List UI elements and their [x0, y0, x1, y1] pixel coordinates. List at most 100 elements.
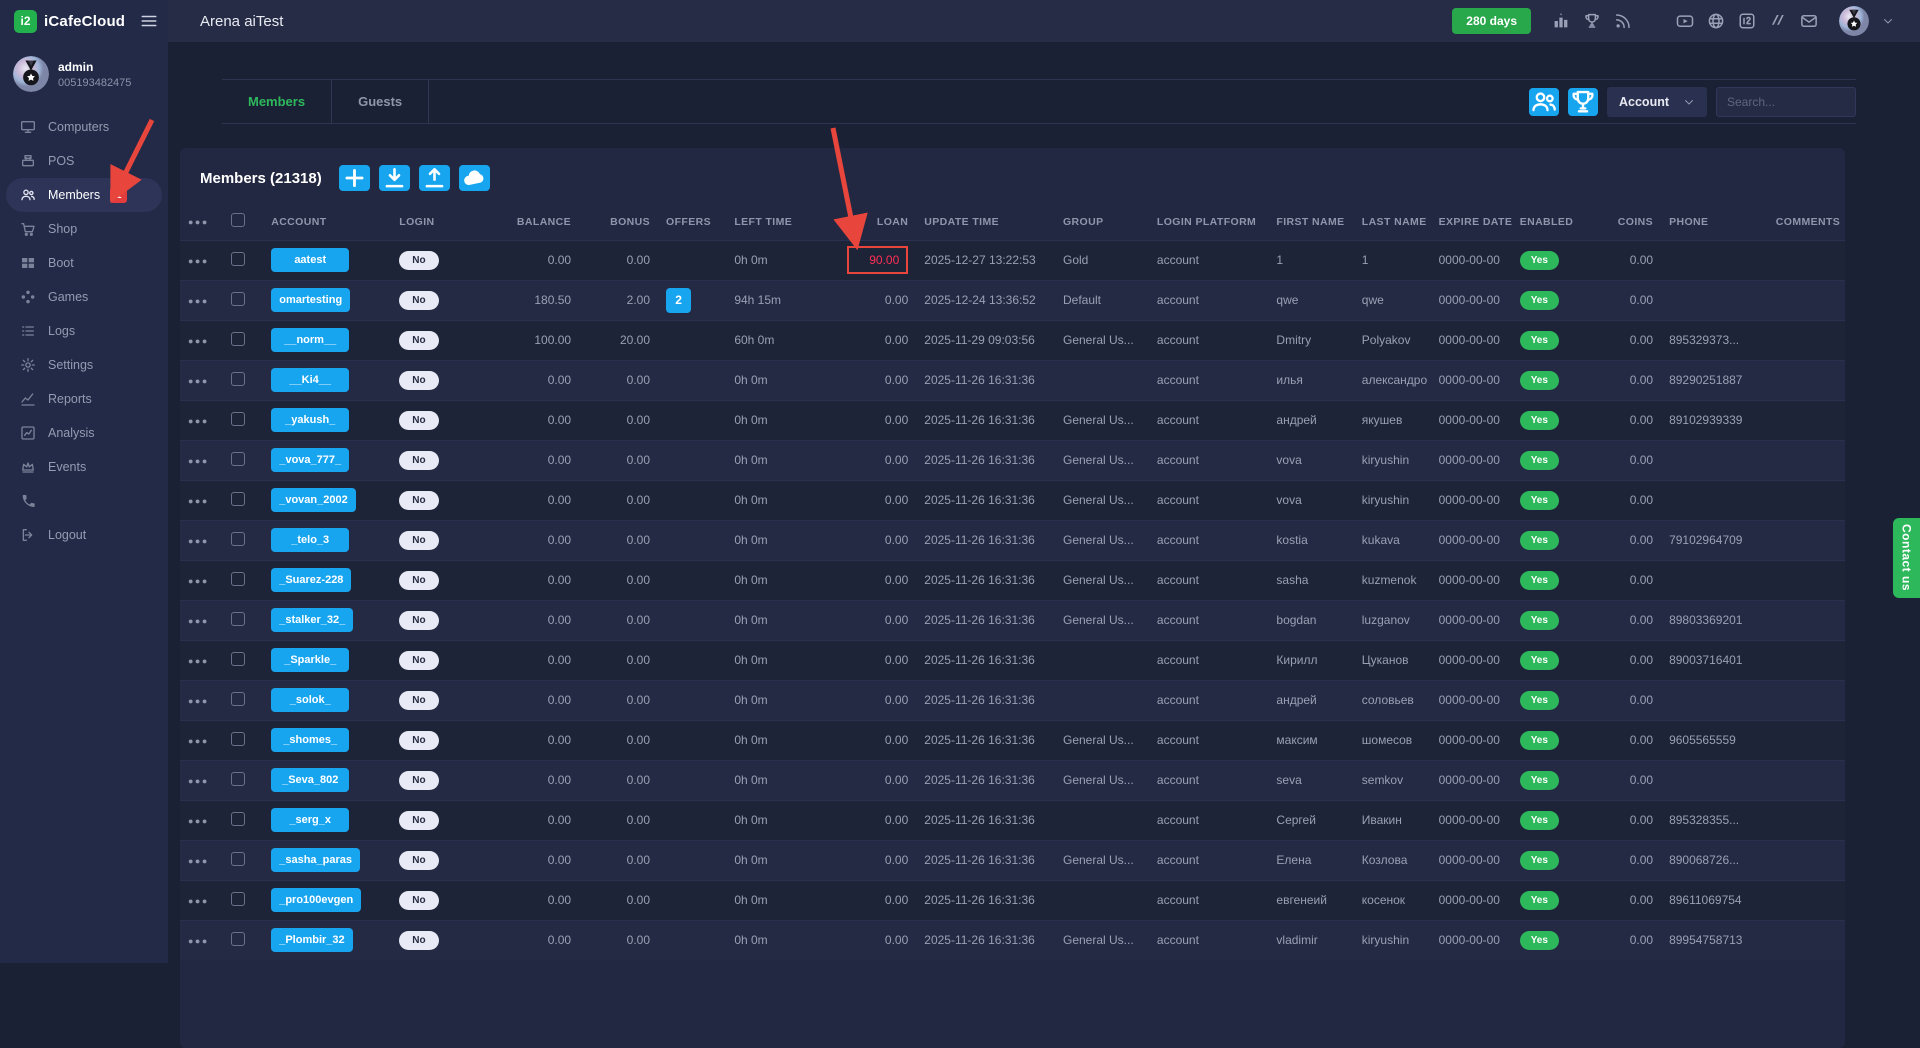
sidebar-item-boot[interactable]: Boot [0, 246, 168, 280]
add-member-button[interactable] [339, 165, 370, 191]
offers-badge[interactable]: 2 [666, 288, 691, 313]
row-actions-icon[interactable]: ●●● [188, 696, 209, 706]
row-checkbox[interactable] [231, 772, 245, 786]
tab-members[interactable]: Members [222, 80, 332, 123]
table-cell: 0h 0m [726, 840, 822, 880]
search-input[interactable] [1716, 87, 1856, 117]
leaderboard-icon[interactable] [1552, 12, 1570, 30]
account-button[interactable]: _Suarez-228 [271, 568, 351, 592]
row-checkbox[interactable] [231, 332, 245, 346]
table-cell: 0.00 [1586, 920, 1661, 960]
table-cell: _vova_777_ [263, 440, 391, 480]
table-row: ●●●_shomes_No0.000.000h 0m0.002025-11-26… [180, 720, 1845, 760]
row-checkbox[interactable] [231, 252, 245, 266]
export-button[interactable] [419, 165, 450, 191]
row-checkbox[interactable] [231, 532, 245, 546]
mail-icon[interactable] [1800, 12, 1818, 30]
members-view-button[interactable] [1529, 88, 1559, 116]
row-actions-icon[interactable]: ●●● [188, 217, 209, 227]
account-button[interactable]: _Sparkle_ [271, 648, 349, 672]
chevron-down-icon[interactable] [1882, 15, 1894, 27]
hamburger-menu-icon[interactable] [140, 12, 158, 30]
row-checkbox[interactable] [231, 852, 245, 866]
license-days-badge[interactable]: 280 days [1452, 8, 1531, 34]
account-button[interactable]: __Ki4__ [271, 368, 349, 392]
tab-guests[interactable]: Guests [332, 80, 429, 123]
account-button[interactable]: _stalker_32_ [271, 608, 353, 632]
row-checkbox[interactable] [231, 572, 245, 586]
row-actions-icon[interactable]: ●●● [188, 536, 209, 546]
sidebar-item-logs[interactable]: Logs [0, 314, 168, 348]
row-actions-icon[interactable]: ●●● [188, 736, 209, 746]
trophy-view-button[interactable] [1568, 88, 1598, 116]
avatar[interactable] [1839, 6, 1869, 36]
row-checkbox[interactable] [231, 612, 245, 626]
sidebar-item-reports[interactable]: Reports [0, 382, 168, 416]
select-all-checkbox[interactable] [231, 213, 245, 227]
row-actions-icon[interactable]: ●●● [188, 656, 209, 666]
contact-us-button[interactable]: Contact us [1893, 518, 1920, 598]
row-checkbox[interactable] [231, 412, 245, 426]
account-button[interactable]: __norm__ [271, 328, 349, 352]
account-button[interactable]: _Seva_802 [271, 768, 349, 792]
globe-icon[interactable] [1707, 12, 1725, 30]
account-button[interactable]: _solok_ [271, 688, 349, 712]
facebook-icon[interactable] [1645, 12, 1663, 30]
sidebar-item-games[interactable]: Games [0, 280, 168, 314]
account-button[interactable]: _serg_x [271, 808, 349, 832]
search-field-select[interactable]: Account [1607, 87, 1707, 117]
row-actions-icon[interactable]: ●●● [188, 616, 209, 626]
row-checkbox[interactable] [231, 892, 245, 906]
row-actions-icon[interactable]: ●●● [188, 416, 209, 426]
row-actions-icon[interactable]: ●●● [188, 816, 209, 826]
row-actions-icon[interactable]: ●●● [188, 296, 209, 306]
row-checkbox[interactable] [231, 652, 245, 666]
icafecloud-icon[interactable] [1738, 12, 1756, 30]
rss-icon[interactable] [1614, 12, 1632, 30]
row-checkbox[interactable] [231, 692, 245, 706]
row-actions-icon[interactable]: ●●● [188, 576, 209, 586]
row-actions-icon[interactable]: ●●● [188, 896, 209, 906]
row-checkbox[interactable] [231, 292, 245, 306]
sidebar-item-support[interactable]: Support [0, 484, 168, 518]
row-checkbox[interactable] [231, 372, 245, 386]
account-button[interactable]: omartesting [271, 288, 350, 312]
sidebar-item-events[interactable]: Events [0, 450, 168, 484]
sidebar-item-computers[interactable]: Computers [0, 110, 168, 144]
row-actions-icon[interactable]: ●●● [188, 936, 209, 946]
sidebar-item-logout[interactable]: Logout [0, 518, 168, 552]
account-button[interactable]: _sasha_paras [271, 848, 360, 872]
account-button[interactable]: _pro100evgen [271, 888, 361, 912]
row-actions-icon[interactable]: ●●● [188, 336, 209, 346]
row-actions-icon[interactable]: ●●● [188, 856, 209, 866]
sidebar-item-analysis[interactable]: Analysis [0, 416, 168, 450]
cloud-sync-button[interactable] [459, 165, 490, 191]
account-button[interactable]: _vovan_2002 [271, 488, 356, 512]
sidebar-item-shop[interactable]: Shop [0, 212, 168, 246]
row-actions-icon[interactable]: ●●● [188, 256, 209, 266]
sidebar-item-members[interactable]: Members1 [6, 178, 162, 212]
youtube-icon[interactable] [1676, 12, 1694, 30]
account-button[interactable]: _shomes_ [271, 728, 349, 752]
row-actions-icon[interactable]: ●●● [188, 776, 209, 786]
row-checkbox[interactable] [231, 452, 245, 466]
table-cell: 0000-00-00 [1431, 480, 1512, 520]
table-cell [1055, 640, 1149, 680]
account-button[interactable]: _yakush_ [271, 408, 349, 432]
sidebar-item-settings[interactable]: Settings [0, 348, 168, 382]
layers-icon[interactable] [1769, 12, 1787, 30]
row-actions-icon[interactable]: ●●● [188, 376, 209, 386]
row-checkbox[interactable] [231, 932, 245, 946]
sidebar-item-pos[interactable]: POS [0, 144, 168, 178]
account-button[interactable]: _telo_3 [271, 528, 349, 552]
account-button[interactable]: _vova_777_ [271, 448, 349, 472]
account-button[interactable]: _Plombir_32 [271, 928, 352, 952]
row-actions-icon[interactable]: ●●● [188, 496, 209, 506]
trophy-icon[interactable] [1583, 12, 1601, 30]
row-actions-icon[interactable]: ●●● [188, 456, 209, 466]
account-button[interactable]: aatest [271, 248, 349, 272]
row-checkbox[interactable] [231, 732, 245, 746]
row-checkbox[interactable] [231, 812, 245, 826]
import-button[interactable] [379, 165, 410, 191]
row-checkbox[interactable] [231, 492, 245, 506]
